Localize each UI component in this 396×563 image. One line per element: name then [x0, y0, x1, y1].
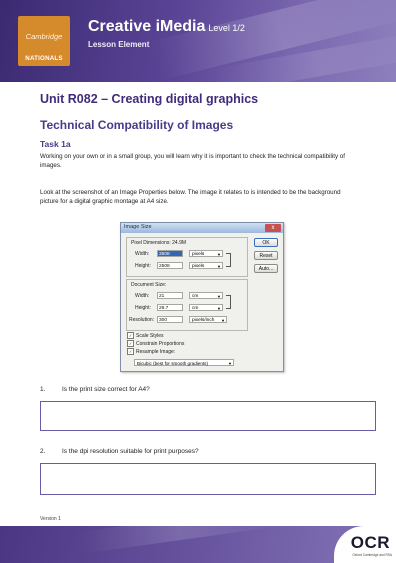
logo-bottom-text: NATIONALS	[25, 55, 63, 62]
ocr-logo-card: OCR Oxford Cambridge and RSA	[334, 526, 396, 563]
dialog-title: Image Size	[124, 224, 152, 230]
pixel-dimensions-label: Pixel Dimensions: 24.9M	[131, 240, 187, 246]
doc-width-unit-select[interactable]: cm ▼	[189, 292, 223, 299]
resolution-label: Resolution:	[129, 317, 155, 323]
resolution-field[interactable]: 300	[157, 316, 183, 323]
pixel-width-unit-select[interactable]: pixels ▼	[189, 250, 223, 257]
lesson-page: Cambridge NATIONALS Creative iMedia Level…	[0, 0, 396, 563]
document-size-group: Document Size: Width: 21 cm ▼ Height: 29.…	[126, 279, 248, 331]
ocr-tagline: Oxford Cambridge and RSA	[352, 553, 392, 557]
version-label: Version 1	[40, 516, 61, 522]
lesson-element-subtitle: Lesson Element	[88, 40, 150, 49]
instruction-paragraph: Look at the screenshot of an Image Prope…	[40, 189, 341, 205]
document-size-label: Document Size:	[131, 282, 167, 288]
dialog-titlebar: Image Size x	[121, 223, 283, 233]
reset-button[interactable]: Reset	[254, 251, 278, 260]
height-label: Height:	[135, 263, 151, 269]
answer-box-2[interactable]	[40, 463, 376, 495]
doc-width-label: Width:	[135, 293, 150, 299]
doc-width-field[interactable]: 21	[157, 292, 183, 299]
ok-button[interactable]: OK	[254, 238, 278, 247]
doc-height-unit-select[interactable]: cm ▼	[189, 304, 223, 311]
pixel-height-field[interactable]: 2508	[157, 262, 183, 269]
scale-styles-checkbox[interactable]: ✓ Scale Styles	[127, 332, 164, 339]
auto-button[interactable]: Auto...	[254, 264, 278, 273]
cambridge-nationals-logo: Cambridge NATIONALS	[18, 16, 70, 66]
resample-method-select[interactable]: Bicubic (best for smooth gradients) ▼	[134, 359, 234, 366]
close-icon[interactable]: x	[265, 224, 281, 232]
question-text: Is the print size correct for A4?	[62, 386, 150, 393]
doc-height-label: Height:	[135, 305, 151, 311]
question-text: Is the dpi resolution suitable for print…	[62, 448, 199, 455]
section-title: Technical Compatibility of Images	[40, 118, 234, 132]
course-level: Level 1/2	[208, 23, 245, 33]
image-size-dialog: Image Size x Pixel Dimensions: 24.9M Wid…	[120, 222, 284, 372]
course-title: Creative iMedia Level 1/2	[88, 18, 245, 35]
answer-box-1[interactable]	[40, 401, 376, 431]
width-label: Width:	[135, 251, 150, 257]
pixel-width-field[interactable]: 3508	[157, 250, 183, 257]
doc-link-icon	[226, 295, 231, 309]
footer-banner: OCR Oxford Cambridge and RSA	[0, 526, 396, 563]
resolution-unit-select[interactable]: pixels/inch ▼	[189, 316, 227, 323]
ocr-logo: OCR	[350, 533, 390, 552]
logo-top-text: Cambridge	[25, 32, 63, 41]
question-number: 2.	[40, 448, 46, 455]
pixel-height-unit-select[interactable]: pixels ▼	[189, 262, 223, 269]
resample-image-checkbox[interactable]: ✓ Resample Image:	[127, 348, 175, 355]
unit-title: Unit R082 – Creating digital graphics	[40, 92, 259, 106]
task-heading: Task 1a	[40, 139, 71, 149]
intro-paragraph: Working on your own or in a small group,…	[40, 153, 345, 169]
question-number: 1.	[40, 386, 46, 393]
constrain-proportions-checkbox[interactable]: ✓ Constrain Proportions	[127, 340, 184, 347]
header-banner: Cambridge NATIONALS Creative iMedia Level…	[0, 0, 396, 82]
doc-height-field[interactable]: 29.7	[157, 304, 183, 311]
link-icon	[226, 253, 231, 267]
pixel-dimensions-group: Pixel Dimensions: 24.9M Width: 3508 pixe…	[126, 237, 248, 277]
